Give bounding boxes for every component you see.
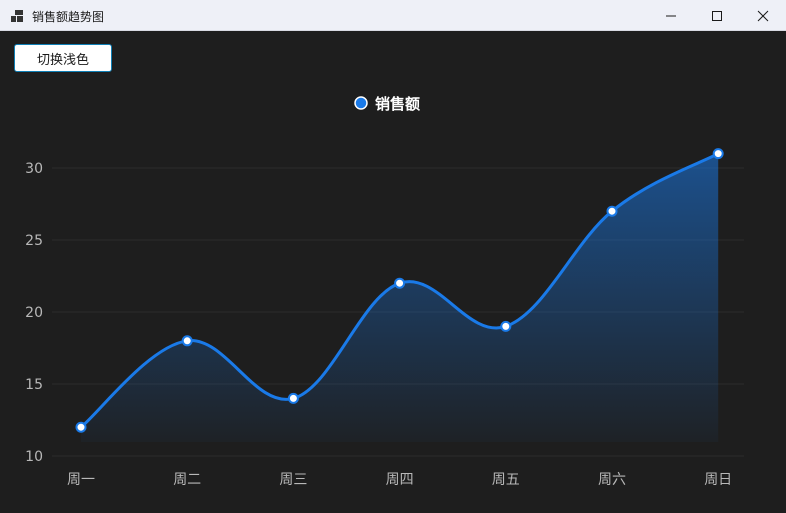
data-point xyxy=(394,277,406,289)
data-point xyxy=(181,335,193,347)
y-tick-label: 25 xyxy=(25,233,43,249)
y-tick-label: 20 xyxy=(25,305,43,321)
x-tick-label: 周三 xyxy=(279,472,307,488)
sales-trend-chart: 10 15 20 25 30 周一 周二 周三 周四 周五 周六 周日 销售额 xyxy=(25,95,744,488)
x-tick-label: 周二 xyxy=(173,472,201,488)
series-area xyxy=(81,153,719,442)
maximize-button[interactable] xyxy=(694,0,740,31)
x-tick-label: 周一 xyxy=(67,472,95,488)
data-point xyxy=(712,148,724,160)
y-tick-label: 10 xyxy=(25,449,43,465)
minimize-button[interactable] xyxy=(648,0,694,31)
x-tick-label: 周日 xyxy=(704,472,732,488)
legend-label: 销售额 xyxy=(375,95,420,113)
toggle-light-theme-button[interactable]: 切换浅色 xyxy=(14,44,112,72)
data-point xyxy=(500,320,512,332)
minimize-icon xyxy=(666,15,676,16)
data-point xyxy=(606,205,618,217)
data-point xyxy=(75,421,87,433)
x-tick-label: 周六 xyxy=(598,472,626,488)
maximize-icon xyxy=(712,10,722,21)
x-tick-label: 周五 xyxy=(492,472,520,488)
title-bar[interactable]: 销售额趋势图 xyxy=(0,0,786,31)
close-icon xyxy=(757,10,769,21)
main-content: 10 15 20 25 30 周一 周二 周三 周四 周五 周六 周日 销售额 切换浅色 xyxy=(0,31,786,513)
app-window: 销售额趋势图 10 15 20 25 30 周一 周二 周三 周四 周五 周六 … xyxy=(0,0,786,513)
y-tick-label: 15 xyxy=(25,377,43,393)
y-tick-label: 30 xyxy=(25,161,43,177)
close-button[interactable] xyxy=(740,0,786,31)
data-point xyxy=(287,392,299,404)
app-grid-icon xyxy=(11,10,23,22)
legend-marker xyxy=(354,96,368,110)
x-tick-label: 周四 xyxy=(386,472,414,488)
window-title: 销售额趋势图 xyxy=(32,10,105,24)
